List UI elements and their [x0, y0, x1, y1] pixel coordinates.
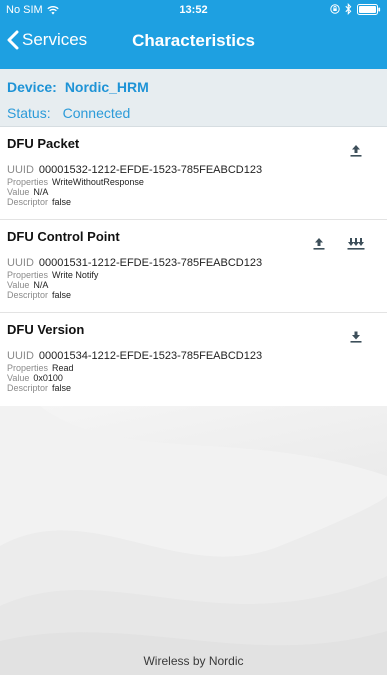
uuid-label: UUID	[7, 257, 34, 269]
characteristic-name: DFU Control Point	[7, 229, 120, 244]
uuid-row: UUID 00001531-1212-EFDE-1523-785FEABCD123	[7, 257, 262, 269]
write-button[interactable]	[309, 235, 329, 253]
descriptor-label: Descriptor	[7, 197, 49, 207]
status-bar: No SIM 13:52	[0, 0, 387, 20]
characteristics-list: DFU Packet UUID 00001532-1212-EFDE-1523-7…	[0, 127, 387, 406]
characteristic-name: DFU Version	[7, 322, 85, 337]
uuid-row: UUID 00001534-1212-EFDE-1523-785FEABCD123	[7, 350, 262, 362]
page-title: Characteristics	[132, 31, 255, 50]
value-label: Value	[7, 187, 30, 197]
uuid-label: UUID	[7, 350, 34, 362]
descriptor-row: Descriptor false	[7, 197, 71, 208]
characteristic-name: DFU Packet	[7, 136, 80, 151]
clock: 13:52	[179, 4, 208, 16]
properties-label: Properties	[7, 270, 49, 280]
uuid-row: UUID 00001532-1212-EFDE-1523-785FEABCD123	[7, 164, 262, 176]
notify-icon	[347, 238, 365, 250]
properties-value: Read	[52, 363, 74, 373]
write-icon	[350, 145, 362, 157]
footer: Wireless by Nordic	[0, 406, 387, 675]
descriptor-label: Descriptor	[7, 290, 49, 300]
uuid-value: 00001534-1212-EFDE-1523-785FEABCD123	[38, 350, 263, 362]
value-value: 0x0100	[33, 373, 63, 383]
footer-credit: Wireless by Nordic	[143, 654, 244, 668]
value-value: N/A	[33, 187, 49, 197]
battery-icon	[357, 3, 381, 15]
device-name: Nordic_HRM	[64, 79, 149, 95]
write-icon	[313, 238, 325, 250]
descriptor-row: Descriptor false	[7, 383, 71, 394]
uuid-label: UUID	[7, 164, 34, 176]
value-value: N/A	[33, 280, 49, 290]
properties-value: Write Notify	[52, 270, 99, 280]
descriptor-value: false	[52, 383, 72, 393]
descriptor-value: false	[52, 197, 72, 207]
device-label: Device:	[7, 79, 57, 95]
characteristic-dfu-packet[interactable]: DFU Packet UUID 00001532-1212-EFDE-1523-7…	[0, 127, 387, 220]
characteristic-dfu-version[interactable]: DFU Version UUID 00001534-1212-EFDE-1523-…	[0, 313, 387, 406]
navigation-bar: Services Characteristics	[0, 20, 387, 69]
connection-status: Connected	[62, 105, 131, 121]
properties-label: Properties	[7, 177, 49, 187]
uuid-value: 00001532-1212-EFDE-1523-785FEABCD123	[38, 164, 263, 176]
uuid-value: 00001531-1212-EFDE-1523-785FEABCD123	[38, 257, 263, 269]
bluetooth-icon	[345, 3, 352, 15]
descriptor-value: false	[52, 290, 72, 300]
device-name-row: Device: Nordic_HRM	[7, 79, 149, 95]
read-icon	[350, 331, 362, 343]
properties-label: Properties	[7, 363, 49, 373]
descriptor-label: Descriptor	[7, 383, 49, 393]
value-label: Value	[7, 373, 30, 383]
status-icons	[330, 3, 381, 15]
properties-value: WriteWithoutResponse	[52, 177, 144, 187]
device-info-panel: Device: Nordic_HRM Status: Connected	[0, 69, 387, 127]
value-label: Value	[7, 280, 30, 290]
header: No SIM 13:52 Services Characteristics	[0, 0, 387, 69]
rotation-lock-icon	[330, 4, 340, 14]
status-label: Status:	[7, 105, 51, 121]
read-button[interactable]	[346, 328, 366, 346]
connection-status-row: Status: Connected	[7, 105, 130, 121]
background-waves	[0, 406, 387, 675]
write-button[interactable]	[346, 142, 366, 160]
characteristic-dfu-control-point[interactable]: DFU Control Point UUID 00001531-1212-EFDE…	[0, 220, 387, 313]
notify-button[interactable]	[346, 235, 366, 253]
descriptor-row: Descriptor false	[7, 290, 71, 301]
